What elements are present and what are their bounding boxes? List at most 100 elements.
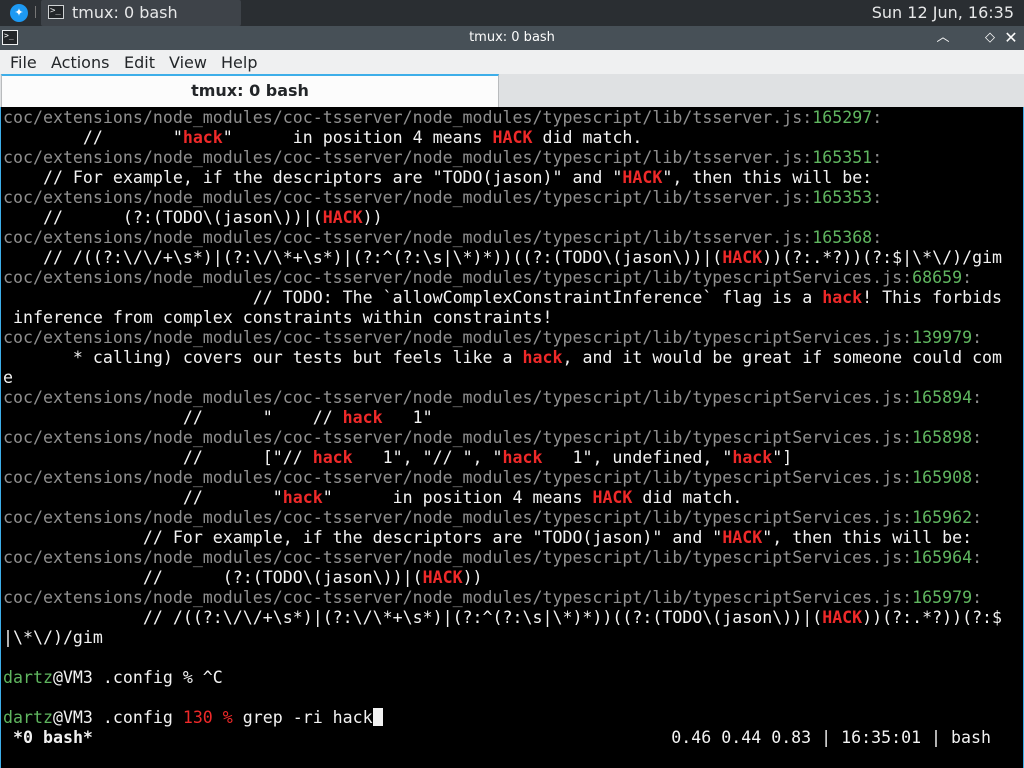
file-path: : [972,428,983,447]
file-path: : [902,428,913,447]
file-path: coc/extensions/node_modules/coc-tsserver… [3,468,903,487]
menu-actions[interactable]: Actions [51,53,109,72]
output-text: // " [3,128,183,147]
terminal-line: // For example, if the descriptors are "… [3,168,872,188]
terminal-line: dartz@VM3 .config 130 % grep -ri hack [3,708,383,728]
file-path: : [872,228,883,247]
line-number: 165351 [812,148,873,167]
menubar: File Actions Edit View Help [0,50,1024,74]
match-highlight: HACK [722,528,763,547]
output-text: ))(?:.*?))(?:$ [862,608,1003,627]
terminal-line: e [3,368,13,388]
file-path: : [972,588,983,607]
match-highlight: HACK [422,568,463,587]
output-text: )) [462,568,483,587]
match-highlight: HACK [322,208,363,227]
file-path: coc/extensions/node_modules/coc-tsserver… [3,428,903,447]
file-path: coc/extensions/node_modules/coc-tsserver… [3,388,903,407]
match-highlight: HACK [722,248,763,267]
file-path: : [972,548,983,567]
output-text: "] [772,448,793,467]
terminal-line: coc/extensions/node_modules/coc-tsserver… [3,328,982,348]
file-path: coc/extensions/node_modules/coc-tsserver… [3,108,803,127]
tab-tmux-bash[interactable]: tmux: 0 bash [1,74,499,107]
match-highlight: hack [342,408,383,427]
menu-view[interactable]: View [169,53,207,72]
file-path: : [802,188,813,207]
line-number: 165964 [912,548,973,567]
file-path: : [902,548,913,567]
output-text: " in position 4 means [322,488,593,507]
file-path: : [972,468,983,487]
maximize-button[interactable]: ◇ [981,29,999,47]
output-text: , and it would be great if someone could… [562,348,1003,367]
file-path: : [962,268,973,287]
match-highlight: hack [182,128,223,147]
match-highlight: hack [312,448,353,467]
output-text: did match. [632,488,743,507]
menu-help[interactable]: Help [221,53,257,72]
tmux-window-list[interactable]: *0 bash* [13,728,93,748]
output-text: )) [362,208,383,227]
output-text: 1", "// ", " [352,448,503,467]
menu-file[interactable]: File [10,53,37,72]
file-path: : [902,508,913,527]
line-number: 165297 [812,108,873,127]
match-highlight: HACK [822,608,863,627]
match-highlight: hack [822,288,863,307]
file-path: coc/extensions/node_modules/coc-tsserver… [3,188,803,207]
application-launcher-icon[interactable]: ✦ [10,4,28,22]
output-text: // For example, if the descriptors are "… [3,168,623,187]
file-path: coc/extensions/node_modules/coc-tsserver… [3,508,903,527]
exit-code: 130 % [182,708,233,727]
file-path: coc/extensions/node_modules/coc-tsserver… [3,548,903,567]
file-path: : [902,468,913,487]
output-text: e [3,368,13,387]
terminal-line: * calling) covers our tests but feels li… [3,348,1002,368]
terminal-line: coc/extensions/node_modules/coc-tsserver… [3,148,882,168]
line-number: 165962 [912,508,973,527]
file-path: : [802,108,813,127]
output-text: did match. [532,128,643,147]
line-number: 165898 [912,428,973,447]
terminal-line: coc/extensions/node_modules/coc-tsserver… [3,468,982,488]
file-path: coc/extensions/node_modules/coc-tsserver… [3,588,903,607]
terminal-output[interactable]: coc/extensions/node_modules/coc-tsserver… [0,107,1024,768]
match-highlight: hack [282,488,323,507]
match-highlight: HACK [592,488,633,507]
minimize-button[interactable]: ︿ [934,29,952,47]
file-path: coc/extensions/node_modules/coc-tsserver… [3,148,803,167]
match-highlight: HACK [492,128,533,147]
terminal-line: // TODO: The `allowComplexConstraintInfe… [3,288,1002,308]
prompt-user: dartz [3,668,53,687]
terminal-line: // "hack" in position 4 means HACK did m… [3,488,743,508]
line-number: 165894 [912,388,973,407]
line-number: 68659 [912,268,963,287]
taskbar-item-terminal[interactable]: >_ tmux: 0 bash [41,0,241,26]
terminal-line: coc/extensions/node_modules/coc-tsserver… [3,508,982,528]
output-text: inference from complex constraints withi… [3,308,553,327]
close-button[interactable]: ✕ [1002,29,1020,47]
output-text: // (?:(TODO\(jason\))|( [3,568,423,587]
menu-edit[interactable]: Edit [124,53,155,72]
output-text: ))(?:.*?))(?:$|\*\/)/gim [762,248,1003,267]
output-text: // ["// [3,448,313,467]
file-path: coc/extensions/node_modules/coc-tsserver… [3,268,903,287]
terminal-line: // /((?:\/\/+\s*)|(?:\/\*+\s*)|(?:^(?:\s… [3,248,1002,268]
output-text: * calling) covers our tests but feels li… [3,348,523,367]
file-path: : [872,188,883,207]
file-path: : [902,268,913,287]
terminal-line: coc/extensions/node_modules/coc-tsserver… [3,548,982,568]
line-number: 165908 [912,468,973,487]
match-highlight: hack [732,448,773,467]
output-text: grep -ri hack [232,708,373,727]
output-text: @VM3 .config [52,708,183,727]
terminal-line: coc/extensions/node_modules/coc-tsserver… [3,388,982,408]
window-titlebar[interactable]: >_ tmux: 0 bash ︿ ◇ ✕ [0,26,1024,50]
clock[interactable]: Sun 12 Jun, 16:35 [872,3,1014,22]
match-highlight: hack [502,448,543,467]
output-text: // For example, if the descriptors are "… [3,528,723,547]
file-path: : [972,508,983,527]
file-path: : [872,108,883,127]
line-number: 165353 [812,188,873,207]
